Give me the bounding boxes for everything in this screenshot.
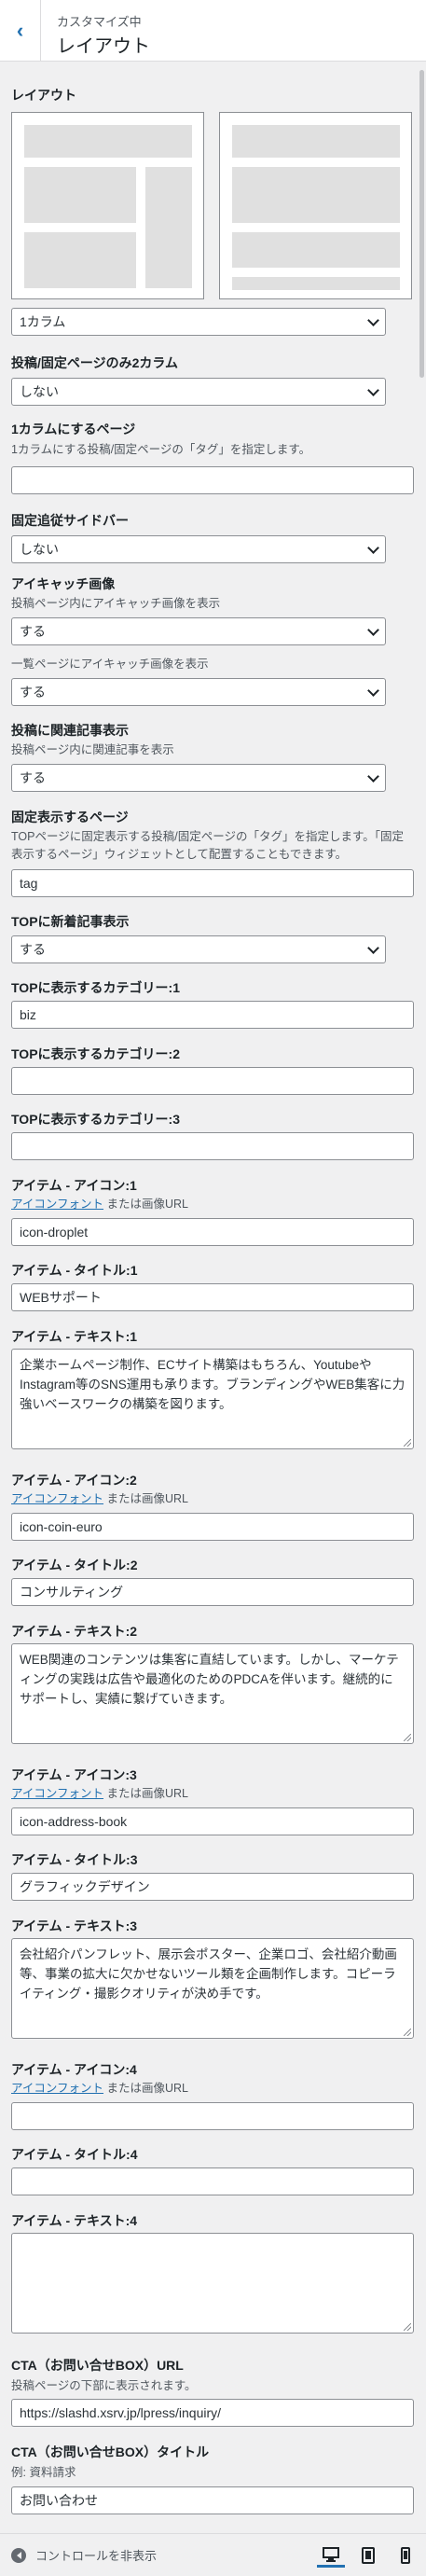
cta-url-input[interactable]: https://slashd.xsrv.jp/lpress/inquiry/ [11,2399,414,2427]
one-col-label: 1カラムにするページ [11,422,136,436]
back-button[interactable]: ‹ [0,0,41,62]
desktop-preview-button[interactable] [317,2543,345,2568]
item3-icon-input[interactable]: icon-address-book [11,1807,414,1835]
item3-title-input[interactable]: グラフィックデザイン [11,1873,414,1901]
chevron-down-icon [367,542,379,554]
item4-icon-desc: アイコンフォント または画像URL [11,2082,188,2095]
item2-icon-label: アイテム - アイコン:2 [11,1473,137,1488]
chevron-down-icon [367,770,379,782]
cta-url-label: CTA（お問い合せBOX）URL [11,2358,184,2373]
top-new-select[interactable]: する [11,935,386,963]
cta-url-desc: 投稿ページの下部に表示されます。 [11,2379,197,2392]
related-label: 投稿に関連記事表示 [11,723,129,738]
item2-text-area[interactable]: WEB関連のコンテンツは集客に直結しています。しかし、マーケティングの実践は広告… [11,1643,414,1744]
item1-text-label: アイテム - テキスト:1 [11,1329,138,1344]
icon-font-link[interactable]: アイコンフォント [11,2082,103,2095]
one-col-input[interactable] [11,466,414,494]
sidebar-select[interactable]: しない [11,535,386,563]
related-select[interactable]: する [11,764,386,792]
two-col-label: 投稿/固定ページのみ2カラム [11,355,178,370]
top-cat1-label: TOPに表示するカテゴリー:1 [11,980,180,995]
tablet-preview-button[interactable] [354,2543,382,2568]
chevron-down-icon [367,314,379,326]
cta-title-label: CTA（お問い合せBOX）タイトル [11,2444,210,2459]
item1-title-label: アイテム - タイトル:1 [11,1263,138,1278]
top-cat2-label: TOPに表示するカテゴリー:2 [11,1046,180,1061]
icon-font-link[interactable]: アイコンフォント [11,1492,103,1505]
customizer-footer: コントロールを非表示 [0,2533,426,2576]
fixed-page-label: 固定表示するページ [11,810,129,824]
item4-text-label: アイテム - テキスト:4 [11,2213,138,2228]
item4-title-label: アイテム - タイトル:4 [11,2147,138,2162]
item3-text-label: アイテム - テキスト:3 [11,1918,138,1933]
eyecatch-list-desc: 一覧ページにアイキャッチ画像を表示 [11,658,209,671]
item2-title-label: アイテム - タイトル:2 [11,1558,138,1572]
hide-controls-button[interactable]: コントロールを非表示 [11,2546,157,2564]
item3-icon-label: アイテム - アイコン:3 [11,1767,137,1782]
eyecatch-post-desc: 投稿ページ内にアイキャッチ画像を表示 [11,597,221,610]
fixed-page-input[interactable]: tag [11,869,414,897]
icon-font-link[interactable]: アイコンフォント [11,1198,103,1211]
customizer-panel: レイアウト 1カラム 投稿/固定ページのみ2カラム しない 1カラムにするページ… [0,62,416,2533]
cta-title-input[interactable]: お問い合わせ [11,2486,414,2514]
eyecatch-post-select[interactable]: する [11,617,386,645]
item4-text-area[interactable] [11,2233,414,2334]
chevron-down-icon [367,942,379,954]
fixed-page-desc: TOPページに固定表示する投稿/固定ページの「タグ」を指定します。「固定表示する… [11,830,404,861]
one-col-desc: 1カラムにする投稿/固定ページの「タグ」を指定します。 [11,443,311,456]
scrollbar-thumb[interactable] [419,70,424,378]
layout-option-one-column[interactable] [219,112,412,299]
tablet-icon [362,2547,375,2564]
layout-option-two-column[interactable] [11,112,204,299]
hide-controls-label: コントロールを非表示 [35,2549,158,2563]
two-col-select[interactable]: しない [11,378,386,406]
item1-icon-desc: アイコンフォント または画像URL [11,1198,188,1211]
top-cat1-input[interactable]: biz [11,1001,414,1029]
customizer-header: ‹ カスタマイズ中 レイアウト [0,0,426,62]
eyecatch-list-select[interactable]: する [11,678,386,706]
item4-icon-input[interactable] [11,2102,414,2130]
item4-icon-label: アイテム - アイコン:4 [11,2062,137,2077]
item2-icon-input[interactable]: icon-coin-euro [11,1513,414,1541]
page-title: レイアウト [57,36,150,57]
item2-icon-desc: アイコンフォント または画像URL [11,1492,188,1505]
mobile-icon [401,2547,410,2564]
mobile-preview-button[interactable] [392,2543,419,2568]
chevron-down-icon [367,384,379,396]
top-cat3-label: TOPに表示するカテゴリー:3 [11,1112,180,1127]
sidebar-label: 固定追従サイドバー [11,513,129,528]
chevron-down-icon [367,685,379,697]
item3-title-label: アイテム - タイトル:3 [11,1852,138,1867]
desktop-icon [323,2546,339,2562]
item1-icon-input[interactable]: icon-droplet [11,1218,414,1246]
item1-icon-label: アイテム - アイコン:1 [11,1178,137,1193]
icon-font-link[interactable]: アイコンフォント [11,1787,103,1800]
scrollbar[interactable] [418,62,426,2533]
item1-text-area[interactable]: 企業ホームページ制作、ECサイト構築はもちろん、YoutubeやInstagra… [11,1349,414,1449]
item2-title-input[interactable]: コンサルティング [11,1578,414,1606]
header-subtitle: カスタマイズ中 [57,15,142,29]
top-new-label: TOPに新着記事表示 [11,914,130,929]
chevron-down-icon [367,624,379,636]
item3-text-area[interactable]: 会社紹介パンフレット、展示会ポスター、企業ロゴ、会社紹介動画等、事業の拡大に欠か… [11,1938,414,2039]
related-desc: 投稿ページ内に関連記事を表示 [11,743,174,756]
layout-select[interactable]: 1カラム [11,308,386,336]
collapse-icon [11,2547,26,2563]
top-cat3-input[interactable] [11,1132,414,1160]
item2-text-label: アイテム - テキスト:2 [11,1624,138,1639]
item4-title-input[interactable] [11,2167,414,2195]
chevron-left-icon: ‹ [16,19,24,42]
eyecatch-label: アイキャッチ画像 [11,576,116,591]
item1-title-input[interactable]: WEBサポート [11,1283,414,1311]
top-cat2-input[interactable] [11,1067,414,1095]
layout-section-title: レイアウト [11,88,76,103]
item3-icon-desc: アイコンフォント または画像URL [11,1787,188,1800]
cta-title-desc: 例: 資料請求 [11,2466,76,2479]
